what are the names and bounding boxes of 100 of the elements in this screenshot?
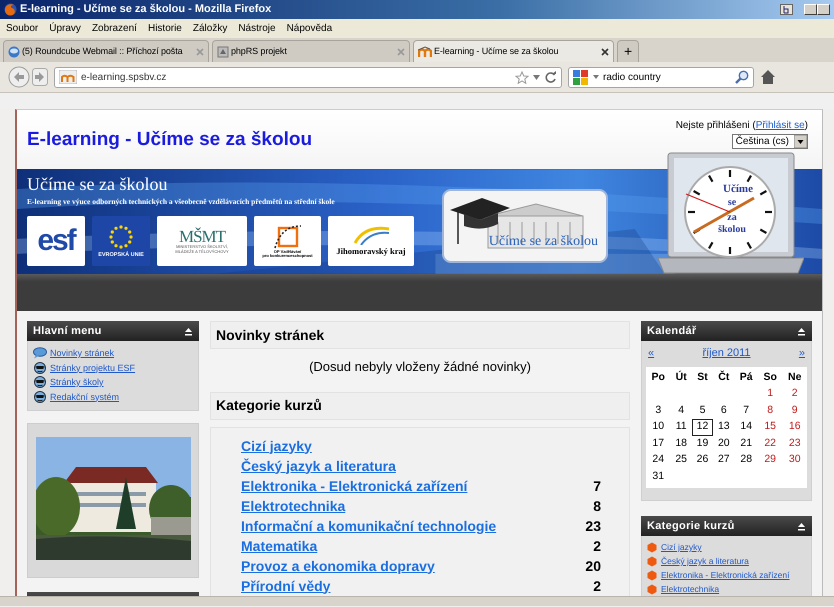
course-count: 20 bbox=[585, 556, 601, 576]
hexagon-icon bbox=[647, 556, 657, 566]
moodle-icon bbox=[59, 70, 77, 84]
close-icon[interactable] bbox=[601, 48, 609, 56]
menu-link[interactable]: Novinky stránek bbox=[50, 346, 114, 360]
login-status: Nejste přihlášeni (Přihlásit se) bbox=[676, 119, 808, 133]
op-emblem-icon bbox=[272, 224, 302, 250]
category-link[interactable]: Český jazyk a literatura bbox=[241, 456, 396, 476]
browser-tab[interactable]: phpRS projekt bbox=[212, 40, 410, 62]
collapse-icon[interactable] bbox=[184, 326, 193, 336]
menu-item[interactable]: Záložky bbox=[192, 21, 228, 36]
globe-icon bbox=[33, 376, 47, 388]
category-link[interactable]: Elektronika - Elektronická zařízení bbox=[661, 568, 790, 582]
calendar-day: 27 bbox=[713, 452, 734, 468]
star-icon[interactable] bbox=[515, 70, 529, 84]
menu-item[interactable]: Nápověda bbox=[286, 21, 332, 36]
browser-tab[interactable]: (5) Roundcube Webmail :: Příchozí pošta bbox=[3, 40, 209, 62]
calendar-day: 14 bbox=[734, 419, 758, 436]
dropdown-icon[interactable] bbox=[533, 74, 540, 80]
calendar-day: 7 bbox=[734, 402, 758, 419]
menu-link[interactable]: Stránky projektu ESF bbox=[50, 360, 136, 375]
block-title: Kalendář bbox=[647, 324, 696, 339]
menu-item[interactable]: Zobrazení bbox=[92, 21, 137, 36]
clock-label: školou bbox=[718, 224, 746, 235]
calendar-day: 4 bbox=[670, 402, 692, 419]
calendar-day: 28 bbox=[734, 452, 758, 468]
weekday-label: Út bbox=[674, 370, 688, 385]
calendar-day: 1 bbox=[758, 386, 782, 402]
calendar-day: 5 bbox=[692, 402, 714, 419]
category-link[interactable]: Informační a komunikační technologie bbox=[241, 516, 496, 536]
region-logo: Jihomoravský kraj bbox=[328, 216, 414, 266]
address-bar[interactable]: e-learning.spsbv.cz bbox=[54, 66, 562, 88]
weekday-label: Pá bbox=[738, 370, 754, 385]
calendar-day: 20 bbox=[713, 436, 734, 452]
calendar-day: 22 bbox=[758, 436, 782, 452]
reload-icon[interactable] bbox=[544, 70, 557, 84]
mail-client-icon bbox=[8, 46, 20, 58]
calendar-day: 29 bbox=[758, 452, 782, 468]
clock-label: za bbox=[727, 212, 737, 223]
hexagon-icon bbox=[647, 542, 657, 552]
calendar-day: 13 bbox=[713, 419, 734, 436]
swoosh-icon bbox=[351, 224, 391, 245]
block-title: Hlavní menu bbox=[33, 324, 102, 339]
login-link[interactable]: Přihlásit se bbox=[756, 120, 805, 131]
menu-link[interactable]: Redakční systém bbox=[50, 390, 120, 404]
calendar-day: 2 bbox=[782, 386, 807, 402]
category-link[interactable]: Matematika bbox=[241, 536, 318, 556]
menu-item[interactable]: Soubor bbox=[6, 21, 38, 36]
banner-title: Učíme se za školou bbox=[27, 175, 168, 193]
search-icon[interactable] bbox=[735, 70, 749, 84]
calendar-day: 17 bbox=[646, 436, 670, 452]
globe-icon bbox=[33, 390, 47, 403]
category-link[interactable]: Cizí jazyky bbox=[241, 436, 312, 456]
firefox-icon bbox=[4, 3, 17, 16]
collapse-icon[interactable] bbox=[797, 522, 806, 530]
category-link[interactable]: Elektronika - Elektronická zařízení bbox=[241, 476, 468, 496]
menu-link[interactable]: Stránky školy bbox=[50, 375, 104, 390]
weekday-label: Po bbox=[650, 370, 666, 385]
category-link[interactable]: Elektrotechnika bbox=[661, 582, 720, 596]
previous-month-link[interactable]: « bbox=[648, 345, 654, 362]
section-header: Novinky stránek bbox=[210, 321, 630, 349]
calendar-day: 30 bbox=[782, 452, 807, 468]
menu-item[interactable]: Historie bbox=[148, 21, 182, 36]
block-title: Kategorie kurzů bbox=[647, 518, 735, 534]
speech-bubble-icon bbox=[33, 347, 47, 360]
empty-news-message: (Dosud nebyly vloženy žádné novinky) bbox=[308, 358, 532, 376]
search-field[interactable]: radio country bbox=[568, 66, 754, 88]
weekday-label: Čt bbox=[717, 370, 730, 385]
category-link[interactable]: Český jazyk a literatura bbox=[661, 554, 749, 568]
dropdown-icon[interactable] bbox=[593, 75, 599, 79]
category-link[interactable]: Provoz a ekonomika dopravy bbox=[241, 556, 435, 576]
language-select[interactable]: Čeština (cs) bbox=[732, 134, 808, 149]
maximize-button[interactable] bbox=[817, 4, 830, 15]
calendar-day: 18 bbox=[670, 436, 692, 452]
course-count: 8 bbox=[593, 496, 601, 516]
esf-logo: esf bbox=[27, 216, 85, 266]
course-count: 23 bbox=[585, 516, 601, 536]
new-tab-button[interactable]: + bbox=[617, 40, 639, 62]
menu-item[interactable]: Nástroje bbox=[238, 21, 276, 36]
menu-item[interactable]: Úpravy bbox=[49, 21, 81, 36]
next-month-link[interactable]: » bbox=[798, 345, 805, 362]
calendar-day: 21 bbox=[734, 436, 758, 452]
bookmark-icon[interactable] bbox=[780, 4, 793, 15]
month-link[interactable]: říjen 2011 bbox=[702, 345, 751, 362]
calendar-day: 19 bbox=[692, 436, 714, 452]
calendar-day: 10 bbox=[646, 419, 670, 436]
dropdown-icon bbox=[794, 135, 807, 148]
category-link[interactable]: Cizí jazyky bbox=[661, 540, 702, 554]
window-title: E-learning - Učíme se za školou - Mozilla Firefox bbox=[20, 2, 272, 18]
category-link[interactable]: Přírodní vědy bbox=[241, 576, 330, 596]
browser-tab[interactable]: E-learning - Učíme se za školou bbox=[413, 40, 614, 62]
collapse-icon[interactable] bbox=[797, 326, 806, 336]
category-link[interactable]: Elektrotechnika bbox=[241, 496, 346, 516]
calendar-day: 31 bbox=[646, 468, 670, 485]
calendar-day: 6 bbox=[713, 402, 734, 419]
calendar-day: 8 bbox=[758, 402, 782, 419]
google-icon bbox=[573, 70, 589, 84]
minimize-button[interactable] bbox=[804, 4, 817, 15]
calendar-day: 16 bbox=[782, 419, 807, 436]
home-icon[interactable] bbox=[760, 69, 776, 85]
